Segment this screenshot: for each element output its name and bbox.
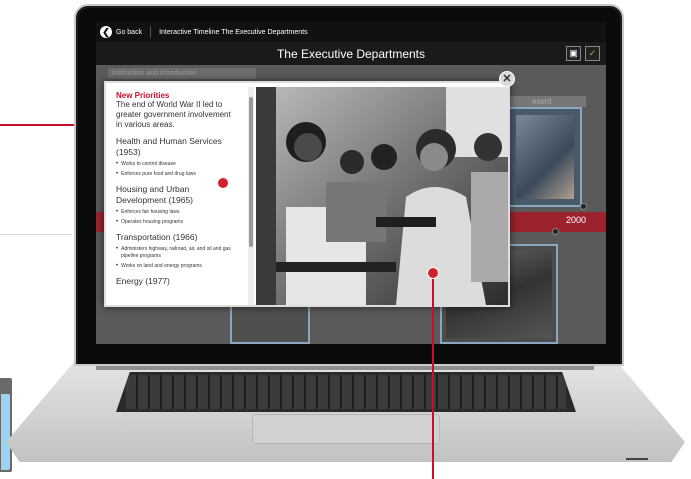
department-name: Energy (1977): [116, 276, 170, 286]
breadcrumb: Interactive Timeline The Executive Depar…: [159, 28, 308, 36]
scrollbar[interactable]: [248, 87, 254, 305]
year-label: 2000: [566, 215, 587, 225]
present-tab[interactable]: esent: [504, 96, 586, 107]
department-bullet: Enforces pure food and drug laws: [116, 171, 236, 178]
instruction-tab[interactable]: Instruction and Introduction: [108, 68, 256, 79]
checkmark-icon[interactable]: ✓: [585, 46, 600, 61]
page-title: The Executive Departments: [96, 42, 606, 65]
modal-intro: The end of World War II led to greater g…: [116, 100, 231, 129]
close-button[interactable]: ✕: [499, 71, 515, 87]
modal-heading: New Priorities: [116, 91, 170, 100]
department-name: Transportation (1966): [116, 232, 198, 242]
divider: [150, 26, 152, 38]
stage: Instruction and Introduction esent 2000 …: [0, 0, 691, 479]
go-back-button[interactable]: ❮ Go back: [100, 26, 142, 38]
modal-text-pane: New Priorities The end of World War II l…: [110, 87, 248, 305]
title-actions: ▣ ✓: [566, 46, 600, 61]
laptop-screen: Instruction and Introduction esent 2000 …: [96, 22, 606, 344]
timeline-marker[interactable]: [552, 228, 559, 235]
callout-line-photo: [432, 272, 434, 479]
laptop-keyboard: [116, 372, 576, 412]
department-bullet: Works to control disease: [116, 161, 236, 168]
scroll-thumb[interactable]: [249, 97, 253, 247]
map-icon[interactable]: ▣: [566, 46, 581, 61]
timeline-marker[interactable]: [580, 203, 587, 210]
callout-marker-text[interactable]: [217, 177, 229, 189]
detail-modal: New Priorities The end of World War II l…: [104, 81, 510, 307]
timeline-thumbnail[interactable]: [508, 107, 582, 207]
timeline-thumbnail[interactable]: [230, 302, 310, 344]
laptop-led: [626, 458, 648, 460]
callout-marker-photo[interactable]: [427, 267, 439, 279]
department-bullet: Operates housing programs: [116, 219, 236, 226]
side-widget: [0, 378, 12, 472]
classroom-photo: [256, 87, 508, 305]
photo-svg: [256, 87, 508, 305]
department-bullet: Enforces fair housing laws: [116, 209, 236, 216]
department-bullet: Administers highway, railroad, air, and …: [116, 246, 236, 260]
back-arrow-icon: ❮: [100, 26, 112, 38]
top-bar: ❮ Go back Interactive Timeline The Execu…: [96, 22, 606, 42]
department-bullet: Works on land and energy programs: [116, 263, 236, 270]
go-back-label: Go back: [116, 28, 143, 36]
page-divider: [0, 234, 72, 235]
department-name: Health and Human Services (1953): [116, 136, 222, 157]
laptop-trackpad: [252, 414, 440, 444]
